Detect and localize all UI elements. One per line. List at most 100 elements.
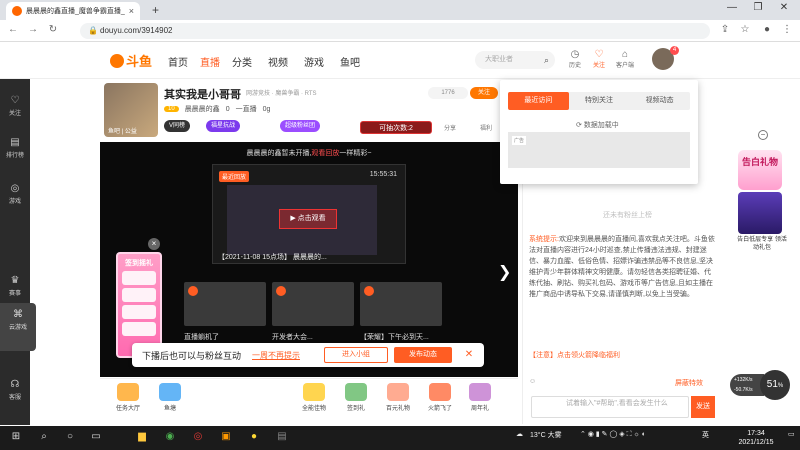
level-badge: 10: [164, 106, 179, 112]
video-thumb[interactable]: 开发者大会...: [272, 282, 354, 341]
maximize-button[interactable]: ❐: [748, 2, 768, 13]
ad-card[interactable]: 广告: [508, 132, 690, 168]
menu-dots-icon[interactable]: ⋮: [780, 24, 794, 35]
play-badge-icon: [364, 286, 374, 296]
post-update-button[interactable]: 发布动态: [394, 347, 452, 363]
profile-icon[interactable]: ●: [760, 24, 774, 35]
gift-item[interactable]: 鱼塘: [150, 383, 190, 412]
rocket-notice-link[interactable]: 【注意】点击领火箭降临福利: [529, 350, 620, 360]
gift-item[interactable]: 火箭飞了: [420, 383, 460, 412]
lucky-battle-pill[interactable]: 福星抗战: [206, 120, 241, 132]
avatar-caption[interactable]: 鱼吧 | 公益: [108, 126, 137, 135]
status-text: 一直播: [235, 106, 257, 113]
tab-special-follow[interactable]: 特别关注: [569, 92, 630, 110]
welfare-button[interactable]: 福利: [480, 123, 492, 132]
sidebar-item-service[interactable]: ☊ 客服: [0, 379, 30, 401]
back-arrow-icon[interactable]: ←: [6, 24, 20, 35]
app-icon[interactable]: ▤: [274, 431, 290, 445]
bookmark-star-icon[interactable]: ☆: [738, 24, 752, 35]
app-icon[interactable]: ▣: [218, 431, 234, 445]
video-player[interactable]: 晨晨晨的鑫暂未开播,观看回放一样精彩~ 最近回放 15:55:31 ▶ 点击观看…: [100, 142, 518, 377]
trophy-icon: ♛: [10, 275, 20, 286]
task-view-icon[interactable]: ○: [62, 431, 78, 445]
next-arrow-icon[interactable]: ❯: [498, 262, 511, 282]
close-window-button[interactable]: ✕: [774, 2, 794, 13]
url-input[interactable]: 🔒 douyu.com/3914902: [80, 23, 710, 39]
dont-remind-link[interactable]: 一周不再提示: [252, 350, 300, 361]
notification-icon[interactable]: ▭: [788, 430, 795, 438]
history-button[interactable]: ◷ 历史: [564, 49, 586, 69]
gift-item[interactable]: 签到礼: [336, 383, 376, 412]
nav-live[interactable]: 直播: [200, 54, 220, 69]
windows-start-icon[interactable]: ⊞: [8, 431, 24, 445]
client-button[interactable]: ⌂ 客户端: [614, 49, 636, 69]
tray-icons[interactable]: ⌃ ◉ ▮ ✎ ◯ ◈ ⛶ ☼ ◐: [580, 430, 646, 439]
close-signin-icon[interactable]: ×: [148, 238, 160, 250]
douyu-logo[interactable]: 斗鱼: [110, 51, 158, 71]
follow-button[interactable]: 关注: [470, 87, 498, 99]
emoji-icon[interactable]: ☺: [529, 378, 536, 385]
input-language[interactable]: 英: [702, 430, 709, 440]
folder-icon[interactable]: ▆: [134, 431, 150, 445]
draw-chance-button[interactable]: 可抽次数:2: [360, 121, 432, 134]
nav-category[interactable]: 分类: [232, 54, 252, 69]
confession-banner[interactable]: [738, 192, 782, 234]
nav-yuba[interactable]: 鱼吧: [340, 54, 360, 69]
chat-input[interactable]: 试着输入"#帮助",看看会发生什么: [531, 396, 689, 418]
vip-rank-pill[interactable]: V同榜: [164, 120, 191, 132]
nav-home[interactable]: 首页: [168, 54, 188, 69]
weather-text[interactable]: 13°C 大雾: [530, 430, 562, 440]
sidebar-item-follow[interactable]: ♡ 关注: [0, 95, 30, 117]
task-hall-icon: [117, 383, 139, 401]
share-page-icon[interactable]: ⇪: [718, 24, 732, 35]
super-fan-pill[interactable]: 超级粉丝团: [280, 120, 321, 132]
gift-item[interactable]: 全能佳物: [294, 383, 334, 412]
address-bar-row: ← → ↻ 🔒 douyu.com/3914902 ⇪ ☆ ● ⋮: [0, 20, 800, 42]
minimize-button[interactable]: —: [722, 2, 742, 13]
sidebar-item-cloud-game[interactable]: ⌘ 云游戏: [0, 303, 36, 351]
taskview-icon[interactable]: ▭: [88, 431, 104, 445]
block-effects-toggle[interactable]: 屏蔽特效: [675, 378, 703, 388]
weather-icon[interactable]: ☁: [516, 430, 523, 438]
enter-group-button[interactable]: 进入小组: [324, 347, 388, 363]
confession-gift-card[interactable]: 告白礼物: [738, 150, 782, 190]
netease-icon[interactable]: ◎: [190, 431, 206, 445]
reload-icon[interactable]: ↻: [46, 24, 60, 35]
room-category[interactable]: 网游竞技 · 魔兽争霸 · RTS: [246, 88, 317, 97]
close-bar-icon[interactable]: ✕: [462, 348, 476, 362]
sidebar-item-esports[interactable]: ♛ 赛事: [0, 275, 30, 297]
forward-arrow-icon[interactable]: →: [26, 24, 40, 35]
gift-item[interactable]: 任务大厅: [108, 383, 148, 412]
search-input[interactable]: 大职业者 ⌕: [475, 51, 555, 69]
tab-recent-visits[interactable]: 最近访问: [508, 92, 569, 110]
nav-games[interactable]: 游戏: [304, 54, 324, 69]
sidebar-item-rank[interactable]: ▤ 排行榜: [0, 137, 30, 159]
gift-icon: [469, 383, 491, 401]
search-icon[interactable]: ⌕: [544, 51, 549, 69]
collapse-float-icon[interactable]: −: [758, 130, 768, 140]
send-button[interactable]: 发送: [691, 396, 715, 418]
watch-replay-link[interactable]: 观看回放: [311, 150, 339, 157]
share-button[interactable]: 分享: [444, 123, 456, 132]
new-tab-button[interactable]: +: [152, 3, 159, 17]
search-icon[interactable]: ⌕: [36, 431, 52, 445]
sidebar-item-games[interactable]: ◎ 游戏: [0, 183, 30, 205]
replay-caption[interactable]: 【2021-11-08 15点场】 晨晨晨的...: [212, 252, 406, 262]
video-thumb[interactable]: 直播躺机了: [184, 282, 266, 341]
streamer-name[interactable]: 晨晨晨的鑫: [185, 104, 220, 114]
browser-tab[interactable]: 晨晨晨的鑫直播_魔兽争霸直播_斗鱼直播 ×: [6, 2, 140, 20]
speed-ball[interactable]: 51%: [760, 370, 790, 400]
replay-preview[interactable]: 最近回放 15:55:31 ▶ 点击观看: [212, 164, 406, 264]
ad-tag: 广告: [512, 136, 527, 145]
tab-video-updates[interactable]: 视频动态: [629, 92, 690, 110]
tab-close-icon[interactable]: ×: [129, 6, 134, 16]
gift-item[interactable]: 周年礼: [460, 383, 500, 412]
nav-video[interactable]: 视频: [268, 54, 288, 69]
click-to-watch-button[interactable]: ▶ 点击观看: [279, 209, 337, 229]
video-thumb[interactable]: 【荣耀】下午必到天...: [360, 282, 442, 341]
follow-menu-button[interactable]: ♡ 关注: [588, 49, 610, 69]
chrome-icon[interactable]: ◉: [162, 431, 178, 445]
gift-item[interactable]: 百元礼物: [378, 383, 418, 412]
app-icon[interactable]: ●: [246, 431, 262, 445]
system-clock[interactable]: 17:34 2021/12/15: [728, 429, 784, 447]
